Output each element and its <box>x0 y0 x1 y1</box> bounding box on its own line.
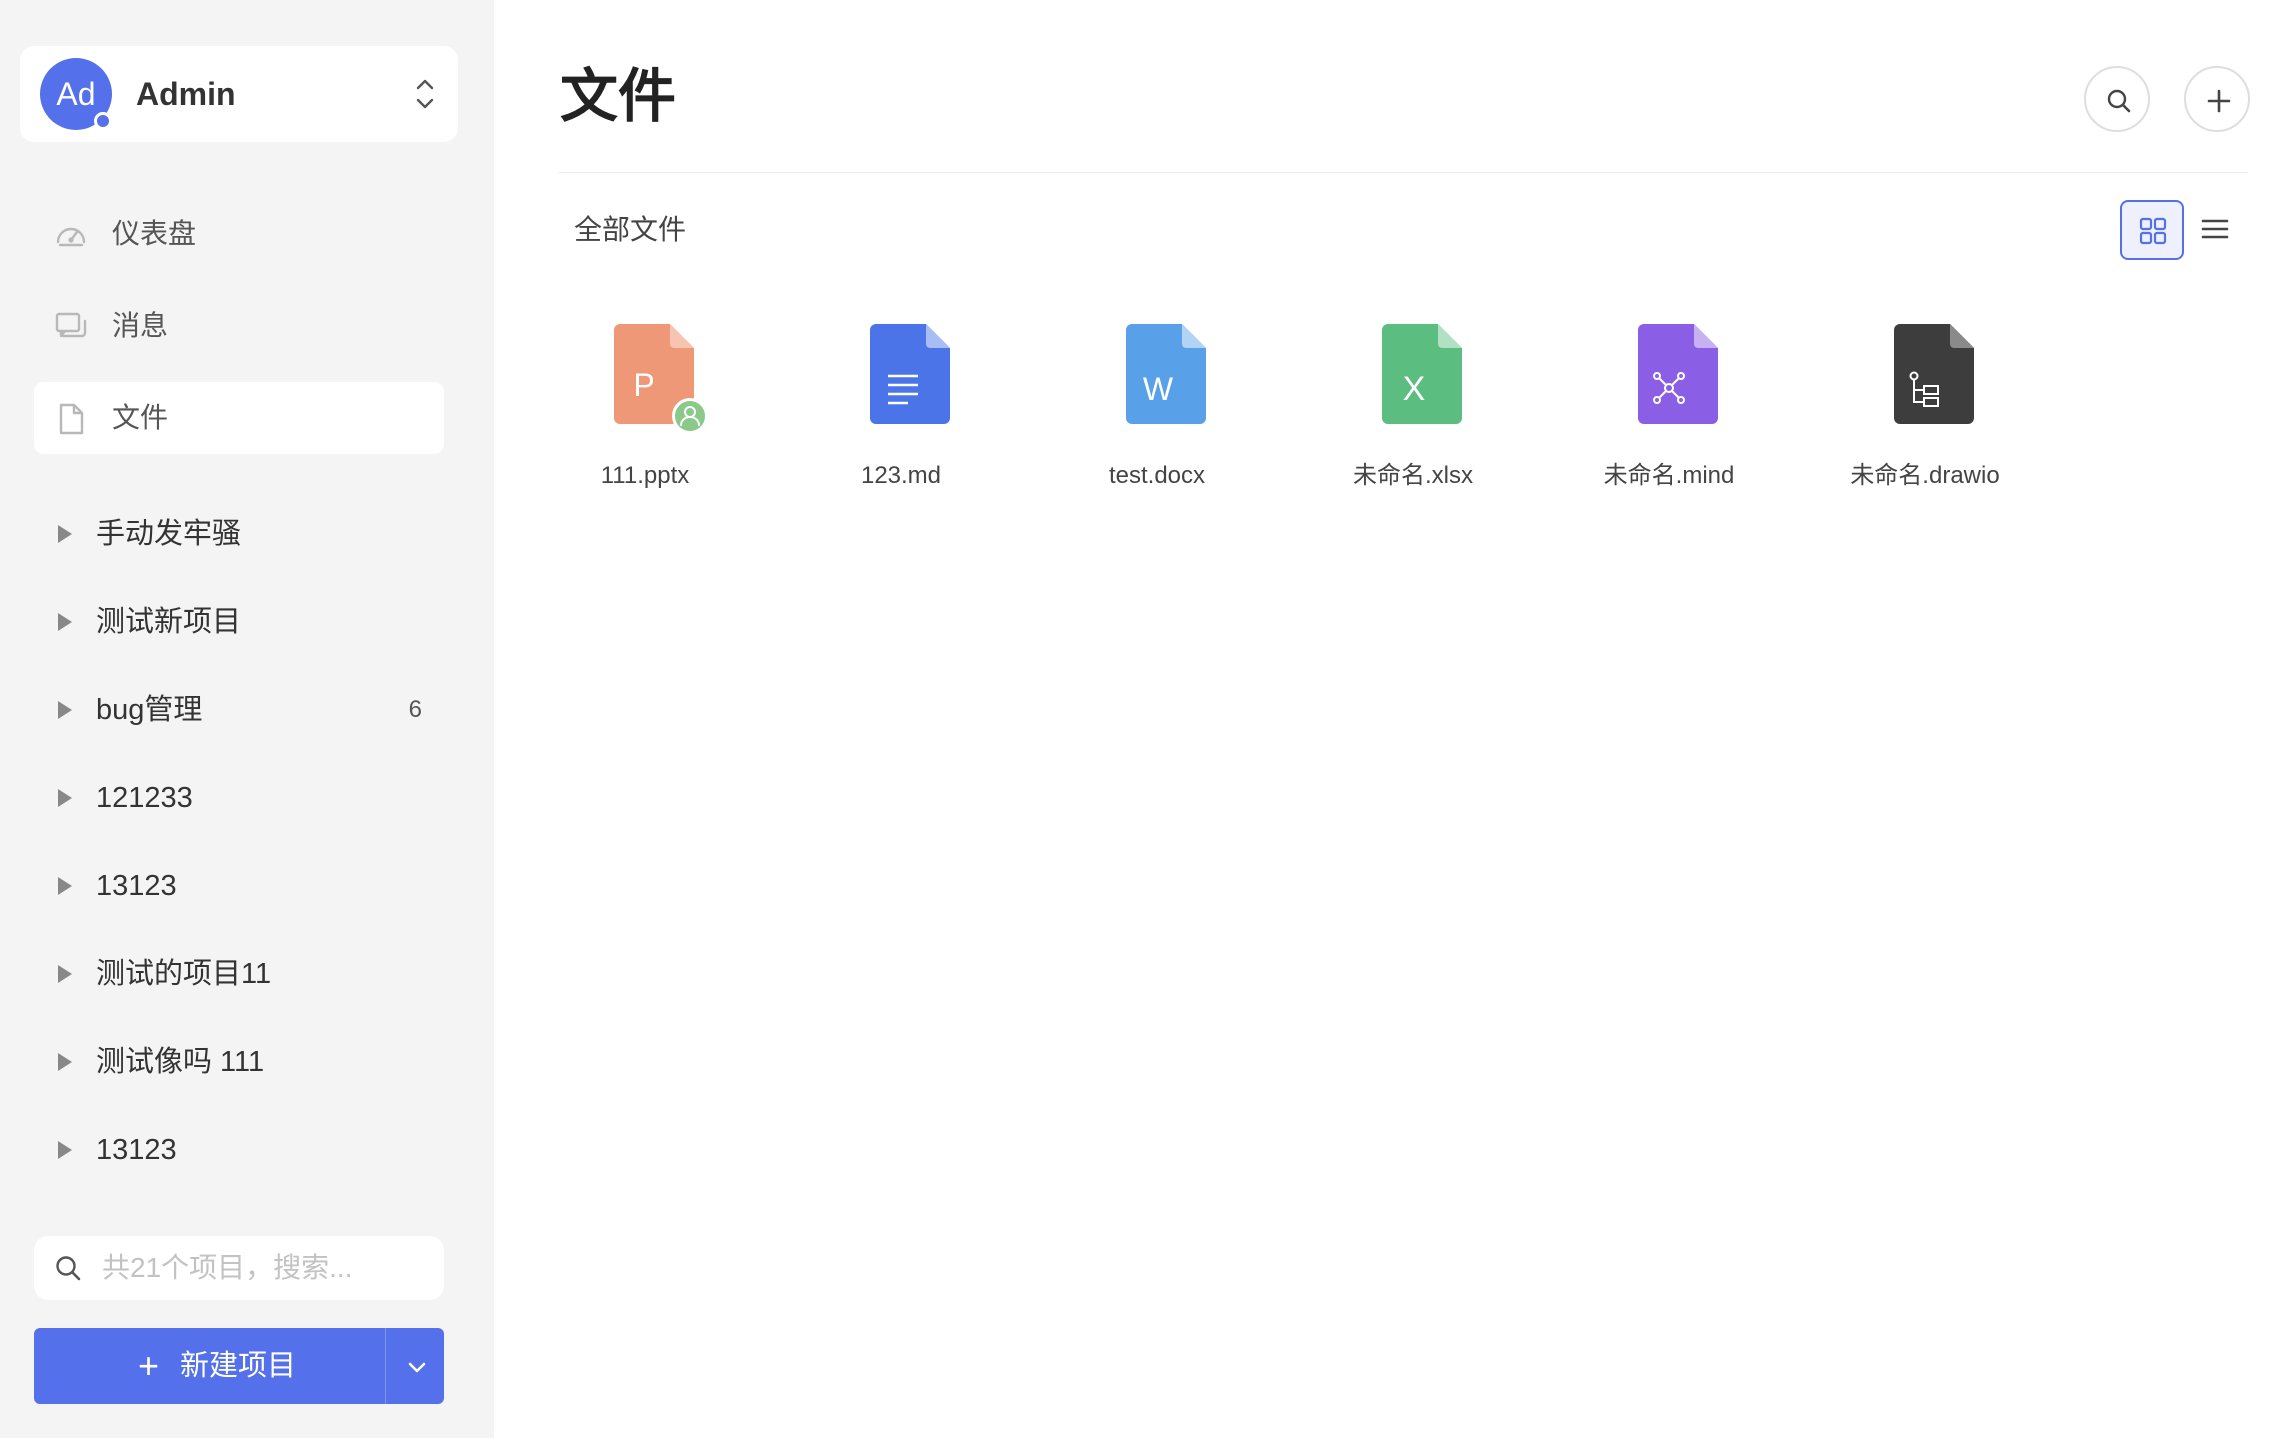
project-item[interactable]: 测试新项目 <box>34 592 444 652</box>
user-switcher[interactable]: Ad Admin <box>20 46 458 142</box>
project-label: 测试的项目11 <box>96 958 272 990</box>
file-letter: X <box>1403 370 1426 408</box>
chevron-down-icon[interactable] <box>404 1354 430 1380</box>
file-item-md[interactable]: 123.md <box>796 316 1006 496</box>
project-item[interactable]: 13123 <box>34 856 444 916</box>
page-title: 文件 <box>560 64 677 129</box>
breadcrumb[interactable]: 全部文件 <box>574 212 686 248</box>
user-name: Admin <box>136 76 236 112</box>
file-name: 未命名.drawio <box>1850 462 2000 489</box>
project-label: 测试新项目 <box>96 606 242 638</box>
file-name: 未命名.mind <box>1603 462 1735 489</box>
caret-right-icon <box>58 1053 72 1071</box>
markdown-file-icon <box>870 324 950 424</box>
project-task-count: 6 <box>408 696 422 723</box>
plus-icon: + <box>138 1345 160 1386</box>
nav-item-files[interactable]: 文件 <box>34 382 444 454</box>
file-name: 111.pptx <box>600 462 690 489</box>
project-label: 测试像吗 111 <box>96 1046 265 1078</box>
sidebar: Ad Admin 仪表盘 消息 文件 手动发牢骚 测试新项目 bug管理 6 1… <box>0 0 494 1438</box>
file-icon <box>59 403 84 435</box>
new-project-button[interactable]: + 新建项目 <box>34 1328 444 1404</box>
new-project-label: 新建项目 <box>180 1350 297 1382</box>
caret-right-icon <box>58 789 72 807</box>
caret-right-icon <box>58 877 72 895</box>
caret-right-icon <box>58 525 72 543</box>
file-name: test.docx <box>1108 462 1206 489</box>
nav-item-dashboard[interactable]: 仪表盘 <box>34 198 444 270</box>
file-item-drawio[interactable]: 未命名.drawio <box>1820 316 2030 496</box>
project-label: 手动发牢骚 <box>96 518 242 550</box>
project-label: bug管理 <box>96 694 203 726</box>
file-name: 123.md <box>860 462 942 489</box>
avatar: Ad <box>40 58 112 130</box>
project-item[interactable]: 手动发牢骚 <box>34 504 444 564</box>
file-item-xlsx[interactable]: X 未命名.xlsx <box>1308 316 1518 496</box>
message-icon <box>55 312 87 338</box>
list-icon <box>2201 219 2229 239</box>
word-file-icon: W <box>1126 324 1206 424</box>
caret-right-icon <box>58 965 72 983</box>
online-status-dot <box>94 112 112 130</box>
project-search-input[interactable] <box>100 1246 420 1290</box>
caret-right-icon <box>58 701 72 719</box>
search-icon <box>2107 89 2131 113</box>
file-item-mind[interactable]: 未命名.mind <box>1564 316 1774 496</box>
mindmap-file-icon <box>1638 324 1718 424</box>
chevron-up-down-icon <box>416 79 434 109</box>
plus-icon <box>2207 89 2231 113</box>
file-item-docx[interactable]: W test.docx <box>1052 316 1262 496</box>
grid-view-button[interactable] <box>2120 200 2184 260</box>
project-item[interactable]: bug管理 6 <box>34 680 444 740</box>
header-divider <box>558 172 2248 173</box>
project-item[interactable]: 121233 <box>34 768 444 828</box>
nav-item-messages[interactable]: 消息 <box>34 290 444 362</box>
file-name: 未命名.xlsx <box>1353 462 1473 489</box>
search-button[interactable] <box>2084 66 2150 132</box>
nav-label-dashboard: 仪表盘 <box>112 218 197 249</box>
avatar-initials: Ad <box>56 75 96 112</box>
project-label: 121233 <box>96 782 193 814</box>
nav-label-messages: 消息 <box>112 310 169 341</box>
search-icon <box>56 1256 81 1281</box>
grid-icon <box>2139 217 2167 245</box>
caret-right-icon <box>58 613 72 631</box>
file-letter: P <box>633 367 654 403</box>
project-search <box>34 1236 444 1300</box>
button-divider <box>385 1328 386 1404</box>
file-item-pptx[interactable]: P 111.pptx <box>540 316 750 496</box>
list-view-button[interactable] <box>2184 200 2248 260</box>
project-item[interactable]: 13123 <box>34 1120 444 1180</box>
project-item[interactable]: 测试的项目11 <box>34 944 444 1004</box>
main-content: 文件 全部文件 P 111.pptx 123.md W test.docx X … <box>494 0 2288 1438</box>
excel-file-icon: X <box>1382 324 1462 424</box>
shared-user-icon <box>672 398 708 434</box>
add-file-button[interactable] <box>2184 66 2250 132</box>
file-letter: W <box>1143 371 1174 407</box>
project-label: 13123 <box>96 870 177 902</box>
dashboard-icon <box>56 227 86 247</box>
project-label: 13123 <box>96 1134 177 1166</box>
caret-right-icon <box>58 1141 72 1159</box>
nav-label-files: 文件 <box>112 402 169 433</box>
drawio-file-icon <box>1894 324 1974 424</box>
project-item[interactable]: 测试像吗 111 <box>34 1032 444 1092</box>
